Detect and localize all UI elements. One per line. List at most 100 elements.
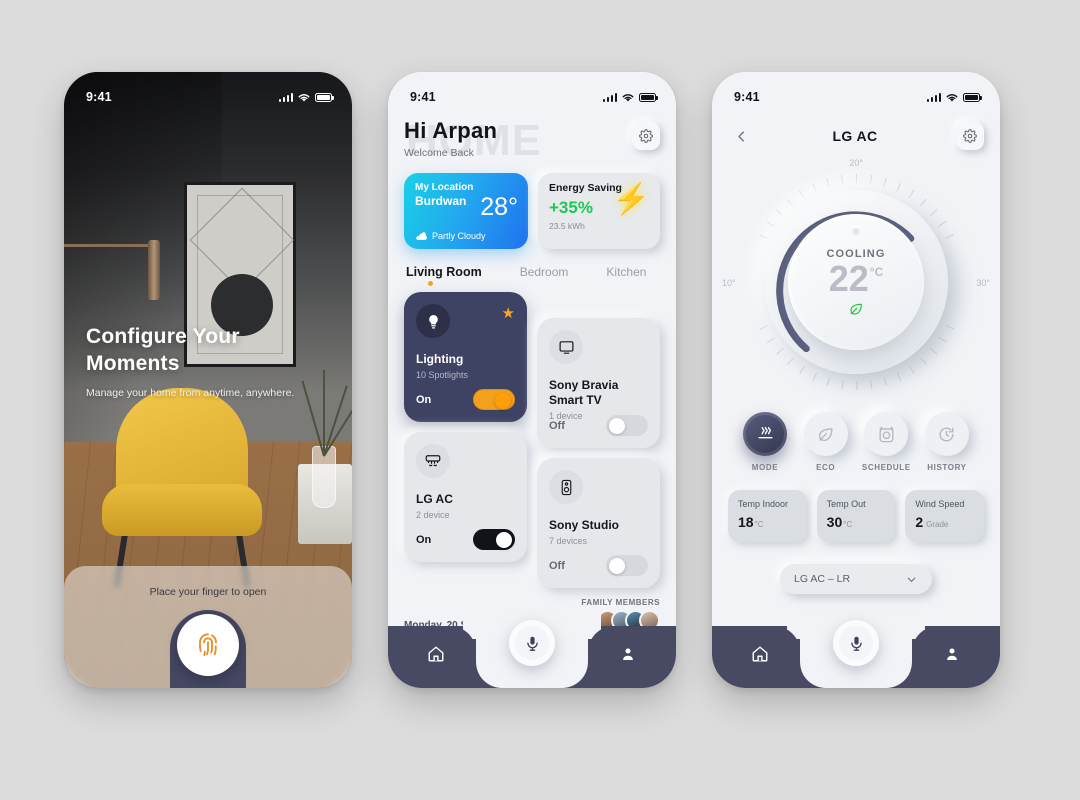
device-selector-value: LG AC – LR — [794, 573, 851, 585]
mode-label: ECO — [816, 463, 836, 472]
stat-unit: °C — [754, 520, 764, 529]
device-name: Sony Studio — [549, 518, 619, 532]
nav-home-button[interactable] — [424, 642, 448, 666]
device-toggle[interactable] — [473, 389, 515, 410]
status-time: 9:41 — [86, 90, 112, 104]
person-icon — [623, 648, 633, 660]
device-sub: 7 devices — [549, 536, 588, 546]
screenshot-canvas: 9:41 Configure Your Moments Manage your … — [0, 0, 1080, 800]
lightbulb-icon — [416, 304, 450, 338]
settings-button[interactable] — [955, 122, 984, 150]
stat-number: 2 — [915, 514, 924, 530]
device-state: On — [416, 393, 432, 406]
tv-icon — [549, 330, 583, 364]
phone-screen-home: 9:41 HOME Hi Arpan Welcome Back My Locat… — [388, 72, 676, 688]
device-toggle[interactable] — [473, 529, 515, 550]
favorite-star-icon[interactable]: ★ — [502, 304, 515, 322]
status-bar: 9:41 — [404, 72, 660, 112]
stat-value: 18°C — [738, 514, 797, 530]
mode-button-mode[interactable]: MODE — [736, 412, 794, 472]
stat-title: Wind Speed — [915, 499, 965, 509]
heat-waves-icon — [743, 412, 787, 456]
wifi-icon — [298, 93, 310, 101]
mode-button-eco[interactable]: ECO — [797, 412, 855, 472]
device-toggle[interactable] — [606, 415, 648, 436]
mode-button-schedule[interactable]: SCHEDULE — [857, 412, 915, 472]
signal-bars-icon — [926, 92, 941, 102]
voice-assistant-button[interactable] — [833, 620, 879, 666]
battery-icon — [963, 92, 982, 102]
nav-home-button[interactable] — [748, 642, 772, 666]
person-icon — [947, 648, 957, 660]
fingerprint-prompt: Place your finger to open — [149, 586, 267, 598]
family-members-label: FAMILY MEMBERS — [581, 598, 660, 607]
weather-condition: Partly Cloudy — [415, 231, 486, 241]
nav-profile-button[interactable] — [616, 642, 640, 666]
lock-screen-headline: Configure Your Moments Manage your home … — [86, 324, 326, 402]
stat-title: Temp Indoor — [738, 499, 789, 509]
energy-card[interactable]: Energy Saving +35% 23.5 kWh ⚡ — [538, 173, 660, 249]
device-card-sony-bravia[interactable]: Sony Bravia Smart TV 1 device Off — [537, 318, 660, 448]
battery-icon — [639, 92, 658, 102]
device-selector-dropdown[interactable]: LG AC – LR — [780, 564, 932, 594]
fingerprint-icon — [199, 633, 217, 657]
wifi-icon — [622, 93, 634, 101]
voice-assistant-button[interactable] — [509, 620, 555, 666]
temperature-dial[interactable]: 20° 10° 30° COOLING 22 °C — [722, 158, 990, 390]
dial-label-min: 10° — [722, 278, 736, 288]
status-time: 9:41 — [734, 90, 760, 104]
status-bar: 9:41 — [728, 72, 984, 112]
dial-label-mid: 20° — [849, 158, 863, 168]
signal-bars-icon — [602, 92, 617, 102]
phone-screen-lock: 9:41 Configure Your Moments Manage your … — [64, 72, 352, 688]
leaf-icon — [803, 412, 848, 456]
room-tabs: Living Room Bedroom Kitchen — [404, 265, 660, 286]
device-card-lighting[interactable]: ★ Lighting 10 Spotlights On — [404, 292, 527, 422]
history-icon — [924, 412, 969, 456]
tab-living-room[interactable]: Living Room — [406, 265, 482, 286]
stat-number: 18 — [738, 514, 754, 530]
device-sub: 10 Spotlights — [416, 370, 469, 380]
mode-label: HISTORY — [927, 463, 967, 472]
greeting-title: Hi Arpan — [404, 118, 498, 143]
dial-temperature-value: 22 — [828, 258, 869, 299]
page-title: LG AC — [832, 128, 878, 144]
fingerprint-button[interactable] — [177, 614, 239, 676]
device-toggle[interactable] — [606, 555, 648, 576]
microphone-icon — [526, 636, 538, 651]
dial-label-max: 30° — [976, 278, 990, 288]
greeting-row: Hi Arpan Welcome Back — [404, 112, 660, 159]
armchair — [102, 388, 262, 589]
device-card-sony-studio[interactable]: Sony Studio 7 devices Off — [537, 458, 660, 588]
signal-bars-icon — [278, 92, 293, 102]
phone-screen-ac-detail: 9:41 LG AC 20° 10° 30° COOLING 22 °C MOD… — [712, 72, 1000, 688]
fingerprint-panel: Place your finger to open — [64, 566, 352, 688]
device-state: On — [416, 533, 432, 546]
air-conditioner-icon — [416, 444, 450, 478]
weather-label: My Location — [415, 182, 474, 193]
wall-lamp-head — [148, 240, 160, 300]
home-icon — [428, 646, 444, 662]
weather-card[interactable]: My Location Burdwan 28° Partly Cloudy — [404, 173, 528, 249]
battery-icon — [315, 92, 334, 102]
tab-bedroom[interactable]: Bedroom — [520, 265, 569, 286]
mode-button-history[interactable]: HISTORY — [918, 412, 976, 472]
dial-temperature: 22 °C — [829, 261, 884, 297]
mode-label: MODE — [751, 463, 779, 472]
leaf-icon — [848, 301, 864, 322]
device-card-lg-ac[interactable]: LG AC 2 device On — [404, 432, 527, 562]
settings-button[interactable] — [632, 122, 660, 150]
welcome-subtitle: Welcome Back — [404, 147, 474, 159]
stat-unit: °C — [843, 520, 853, 529]
bottom-nav — [712, 620, 1000, 688]
tab-kitchen[interactable]: Kitchen — [606, 265, 646, 286]
dial-indicator-dot — [852, 228, 860, 235]
wall-lamp-arm — [64, 244, 160, 247]
alarm-clock-icon — [864, 412, 909, 456]
device-name: Lighting — [416, 352, 464, 366]
nav-profile-button[interactable] — [940, 642, 964, 666]
device-state: Off — [549, 419, 565, 432]
dial-temperature-unit: °C — [869, 265, 884, 279]
back-button[interactable] — [728, 123, 754, 149]
chevron-left-icon — [737, 131, 744, 141]
